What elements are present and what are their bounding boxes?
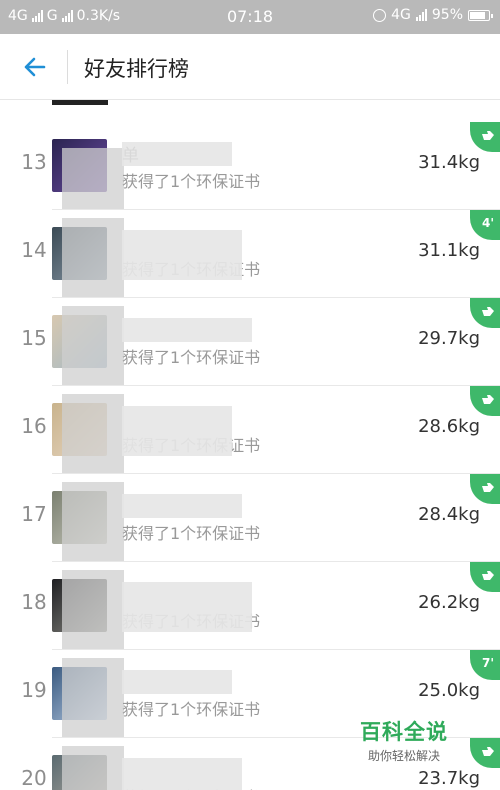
list-item[interactable]: 17 获得了1个环保证书 28.4kg: [0, 474, 500, 562]
rank-number: 15: [21, 326, 47, 350]
like-badge-icon[interactable]: [470, 298, 500, 328]
nav-bar: 好友排行榜: [0, 34, 500, 100]
rank-number: 20: [21, 766, 47, 790]
watermark-title: 百科全说: [360, 720, 448, 744]
like-badge-icon[interactable]: [470, 474, 500, 504]
nav-divider: [67, 50, 68, 84]
friend-certificate-text: 获得了1个环保证书: [122, 524, 261, 543]
privacy-mosaic: [122, 142, 232, 166]
hand-icon: [482, 483, 494, 492]
back-arrow-icon: [24, 57, 46, 77]
carbon-weight: 29.7kg: [418, 328, 480, 349]
ranking-list[interactable]: 13单获得了1个环保证书31.4kg14获得了1个环保证书31.1kg4'15获…: [0, 100, 500, 790]
privacy-mosaic: [62, 746, 124, 790]
friend-certificate-text: 获得了1个环保证书: [122, 172, 261, 191]
list-item[interactable]: 15 获得了1个环保证书 29.7kg: [0, 298, 500, 386]
privacy-mosaic: [62, 570, 124, 650]
like-badge-icon[interactable]: 7': [470, 650, 500, 680]
privacy-mosaic: [122, 670, 232, 694]
carbon-weight: 31.1kg: [418, 240, 480, 261]
carbon-weight: 31.4kg: [418, 152, 480, 173]
list-item[interactable]: 16获得了1个环保证书28.6kg: [0, 386, 500, 474]
privacy-mosaic: [122, 494, 242, 518]
privacy-mosaic: [122, 230, 242, 280]
status-right: 4G 95%: [373, 7, 493, 23]
like-badge-icon[interactable]: 4': [470, 210, 500, 240]
privacy-mosaic: [62, 218, 124, 298]
back-button[interactable]: [20, 52, 50, 82]
hand-icon: [482, 571, 494, 580]
friend-certificate-text: 获得了1个环保证书: [122, 348, 261, 367]
privacy-mosaic: [62, 148, 124, 210]
rank-number: 18: [21, 590, 47, 614]
privacy-mosaic: [122, 758, 242, 790]
privacy-mosaic: [122, 582, 252, 632]
carbon-weight: 23.7kg: [418, 768, 480, 789]
page-title: 好友排行榜: [84, 57, 189, 81]
alarm-icon: [373, 8, 387, 22]
hand-icon: [482, 131, 494, 140]
list-item[interactable]: 13单获得了1个环保证书31.4kg: [0, 122, 500, 210]
list-item[interactable]: 14获得了1个环保证书31.1kg4': [0, 210, 500, 298]
privacy-mosaic: [62, 306, 124, 386]
like-badge-icon[interactable]: [470, 122, 500, 152]
hand-icon: [482, 307, 494, 316]
privacy-mosaic: [122, 406, 232, 456]
privacy-mosaic: [62, 658, 124, 738]
rank-number: 16: [21, 414, 47, 438]
rank-number: 19: [21, 678, 47, 702]
signal-icon: [415, 9, 427, 21]
watermark-subtitle: 助你轻松解决: [367, 749, 440, 763]
privacy-mosaic: [62, 394, 124, 474]
rank-number: 14: [21, 238, 47, 262]
carbon-weight: 28.4kg: [418, 504, 480, 525]
avatar: [52, 100, 108, 105]
status-bar: 4G G 0.3K/s 07:18 4G 95%: [0, 0, 500, 34]
hand-icon: [482, 747, 494, 756]
carbon-weight: 26.2kg: [418, 592, 480, 613]
privacy-mosaic: [62, 482, 124, 562]
network-type: 4G: [391, 7, 411, 23]
rank-number: 13: [21, 150, 47, 174]
carbon-weight: 28.6kg: [418, 416, 480, 437]
list-item[interactable]: 18获得了1个环保证书26.2kg: [0, 562, 500, 650]
privacy-mosaic: [122, 318, 252, 342]
friend-certificate-text: 获得了1个环保证书: [122, 700, 261, 719]
watermark: 百科全说 助你轻松解决: [354, 716, 454, 764]
like-badge-icon[interactable]: [470, 562, 500, 592]
rank-number: 17: [21, 502, 47, 526]
hand-icon: [482, 395, 494, 404]
battery-icon: [468, 9, 493, 21]
like-badge-icon[interactable]: [470, 386, 500, 416]
like-badge-icon[interactable]: [470, 738, 500, 768]
battery-percent: 95%: [431, 7, 463, 23]
carbon-weight: 25.0kg: [418, 680, 480, 701]
